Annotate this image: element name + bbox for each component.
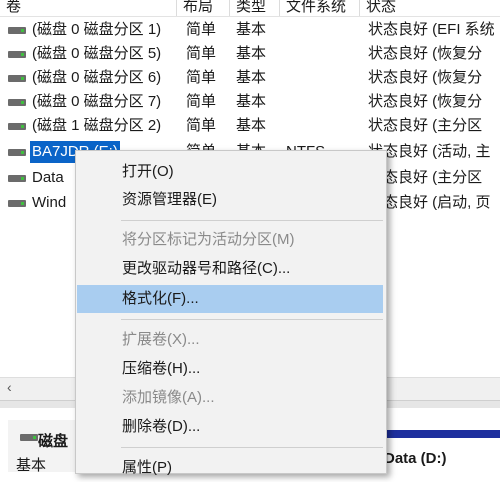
table-row[interactable]: (磁盘 0 磁盘分区 6) 简单 基本 状态良好 (恢复分 <box>0 66 500 90</box>
menu-item-mark-active[interactable]: 将分区标记为活动分区(M) <box>77 226 383 254</box>
menu-item-change-drive-letter[interactable]: 更改驱动器号和路径(C)... <box>77 255 383 283</box>
column-header-status[interactable]: 状态 <box>360 0 500 16</box>
volume-status: 状态良好 (活动, 主 <box>368 143 491 160</box>
context-menu: 打开(O) 资源管理器(E) 将分区标记为活动分区(M) 更改驱动器号和路径(C… <box>75 150 387 476</box>
volume-layout: 简单 <box>186 45 217 62</box>
menu-item-format[interactable]: 格式化(F)... <box>77 285 383 313</box>
volume-name: (磁盘 0 磁盘分区 1) <box>32 21 162 38</box>
volume-filesystem <box>286 90 360 114</box>
menu-item-delete-volume[interactable]: 删除卷(D)... <box>77 413 383 441</box>
menu-separator <box>121 447 383 448</box>
column-header: 卷 布局 类型 文件系统 状态 <box>0 0 500 17</box>
volume-layout: 简单 <box>186 117 217 134</box>
disk-drive-icon <box>8 123 26 130</box>
disk-drive-icon <box>20 434 38 441</box>
disk-label: 磁盘 <box>38 433 69 450</box>
volume-type: 基本 <box>236 93 267 110</box>
menu-separator <box>121 319 383 320</box>
volume-label[interactable]: Data (D:) <box>384 450 447 467</box>
menu-item-extend-volume[interactable]: 扩展卷(X)... <box>77 326 383 354</box>
table-row[interactable]: (磁盘 0 磁盘分区 1) 简单 基本 状态良好 (EFI 系统 <box>0 18 500 42</box>
volume-status: 状态良好 (主分区 <box>368 169 483 186</box>
table-row[interactable]: (磁盘 0 磁盘分区 7) 简单 基本 状态良好 (恢复分 <box>0 90 500 114</box>
menu-item-properties[interactable]: 属性(P) <box>77 454 383 482</box>
menu-item-explorer[interactable]: 资源管理器(E) <box>77 186 383 214</box>
volume-filesystem <box>286 66 360 90</box>
disk-info-panel[interactable]: 磁盘 基本 <box>8 420 78 474</box>
volume-status: 状态良好 (恢复分 <box>368 69 483 86</box>
volume-status: 状态良好 (启动, 页 <box>368 194 491 211</box>
menu-item-label: 添加镜像(A)... <box>122 389 215 406</box>
volume-name: (磁盘 0 磁盘分区 5) <box>32 45 162 62</box>
volume-name: (磁盘 0 磁盘分区 7) <box>32 93 162 110</box>
disk-drive-icon <box>8 51 26 58</box>
volume-type: 基本 <box>236 117 267 134</box>
volume-layout: 简单 <box>186 69 217 86</box>
table-row[interactable]: (磁盘 1 磁盘分区 2) 简单 基本 状态良好 (主分区 <box>0 114 500 138</box>
disk-drive-icon <box>8 27 26 34</box>
menu-item-open[interactable]: 打开(O) <box>77 158 383 186</box>
volume-name: (磁盘 1 磁盘分区 2) <box>32 117 162 134</box>
disk-drive-icon <box>8 99 26 106</box>
menu-item-label: 资源管理器(E) <box>122 191 217 208</box>
volume-layout: 简单 <box>186 93 217 110</box>
menu-item-label: 扩展卷(X)... <box>122 331 200 348</box>
column-header-layout[interactable]: 布局 <box>177 0 230 16</box>
menu-separator <box>121 220 383 221</box>
volume-status: 状态良好 (主分区 <box>368 117 483 134</box>
menu-item-label: 将分区标记为活动分区(M) <box>122 231 295 248</box>
chevron-left-icon[interactable]: ‹ <box>7 379 12 395</box>
column-header-type[interactable]: 类型 <box>230 0 280 16</box>
volume-type: 基本 <box>236 21 267 38</box>
menu-item-label: 删除卷(D)... <box>122 418 201 435</box>
volume-filesystem <box>286 18 360 42</box>
column-header-filesystem[interactable]: 文件系统 <box>280 0 360 16</box>
column-header-volume[interactable]: 卷 <box>0 0 177 16</box>
menu-item-label: 属性(P) <box>122 459 172 476</box>
menu-item-label: 压缩卷(H)... <box>122 360 201 377</box>
volume-color-bar <box>380 430 500 438</box>
menu-item-shrink-volume[interactable]: 压缩卷(H)... <box>77 355 383 383</box>
volume-type: 基本 <box>236 45 267 62</box>
menu-item-label: 格式化(F)... <box>122 290 199 307</box>
menu-item-add-mirror[interactable]: 添加镜像(A)... <box>77 384 383 412</box>
menu-item-label: 打开(O) <box>122 163 174 180</box>
menu-item-label: 更改驱动器号和路径(C)... <box>122 260 291 277</box>
volume-type: 基本 <box>236 69 267 86</box>
disk-drive-icon <box>8 149 26 156</box>
table-row[interactable]: (磁盘 0 磁盘分区 5) 简单 基本 状态良好 (恢复分 <box>0 42 500 66</box>
volume-status: 状态良好 (EFI 系统 <box>368 21 495 38</box>
volume-status: 状态良好 (恢复分 <box>368 45 483 62</box>
disk-drive-icon <box>8 200 26 207</box>
volume-layout: 简单 <box>186 21 217 38</box>
volume-status: 状态良好 (恢复分 <box>368 93 483 110</box>
volume-name: (磁盘 0 磁盘分区 6) <box>32 69 162 86</box>
volume-filesystem <box>286 42 360 66</box>
disk-drive-icon <box>8 175 26 182</box>
volume-filesystem <box>286 114 360 138</box>
disk-drive-icon <box>8 75 26 82</box>
